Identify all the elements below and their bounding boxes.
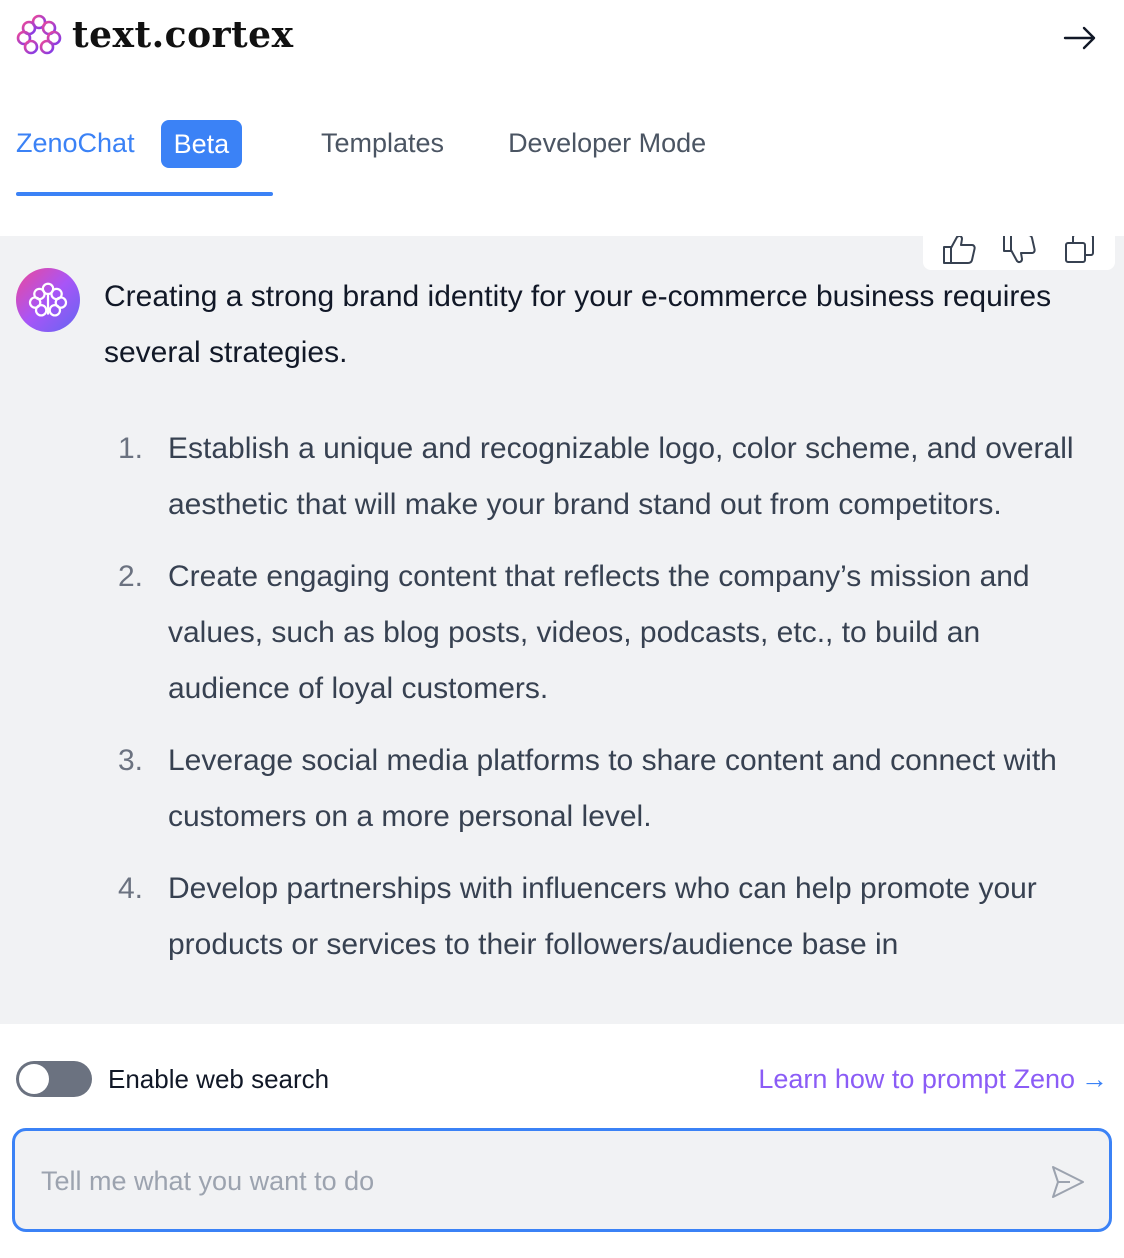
list-item-text: Leverage social media platforms to share…: [168, 744, 1057, 833]
assistant-avatar: [16, 268, 80, 332]
arrow-right-icon: [1063, 26, 1096, 50]
options-row: Enable web search Learn how to prompt Ze…: [16, 1058, 1108, 1100]
thumbs-down-button[interactable]: [999, 236, 1039, 268]
list-item-number: 2.: [118, 560, 144, 593]
learn-prompt-link[interactable]: Learn how to prompt Zeno →: [758, 1064, 1108, 1095]
tab-templates[interactable]: Templates: [321, 124, 444, 196]
message-actions: [923, 236, 1115, 270]
list-item: 4. Develop partnerships with influencers…: [104, 861, 1104, 973]
prompt-input[interactable]: [41, 1155, 1021, 1207]
logo: text.cortex: [16, 14, 294, 56]
web-search-label: Enable web search: [108, 1063, 330, 1094]
thumbs-down-icon: [1003, 236, 1036, 264]
brain-icon: [28, 282, 68, 317]
tab-zenochat-label: ZenoChat: [16, 128, 135, 158]
tab-bar: ZenoChat Beta Templates Developer Mode: [16, 120, 706, 196]
toggle-knob: [19, 1064, 49, 1094]
tab-developer-mode[interactable]: Developer Mode: [508, 124, 706, 196]
thumbs-up-icon: [943, 236, 976, 264]
app-header: text.cortex: [0, 0, 1124, 80]
arrow-right-icon: →: [1081, 1063, 1108, 1094]
thumbs-up-button[interactable]: [939, 236, 979, 268]
message-steps-list: 1. Establish a unique and recognizable l…: [104, 421, 1104, 973]
list-item: 1. Establish a unique and recognizable l…: [104, 421, 1104, 533]
list-item: 3. Leverage social media platforms to sh…: [104, 733, 1104, 845]
list-item: 2. Create engaging content that reflects…: [104, 549, 1104, 717]
message-intro: Creating a strong brand identity for you…: [104, 280, 1052, 369]
tab-zenochat[interactable]: ZenoChat Beta: [16, 120, 273, 196]
beta-badge: Beta: [160, 120, 243, 168]
tab-templates-label: Templates: [321, 128, 445, 158]
brain-logo-icon: [16, 14, 62, 55]
copy-button[interactable]: [1059, 236, 1099, 268]
learn-prompt-link-label: Learn how to prompt Zeno: [758, 1063, 1075, 1094]
send-button[interactable]: [1047, 1161, 1089, 1203]
logo-text: text.cortex: [72, 14, 294, 56]
tab-developer-mode-label: Developer Mode: [508, 128, 707, 158]
list-item-text: Create engaging content that reflects th…: [168, 560, 1030, 705]
list-item-text: Develop partnerships with influencers wh…: [168, 872, 1037, 961]
list-item-text: Establish a unique and recognizable logo…: [168, 432, 1074, 521]
prompt-box: [12, 1128, 1112, 1232]
list-item-number: 4.: [118, 872, 144, 905]
list-item-number: 3.: [118, 744, 144, 777]
copy-icon: [1065, 236, 1094, 263]
list-item-number: 1.: [118, 432, 144, 465]
send-icon: [1052, 1166, 1084, 1198]
chat-area[interactable]: Creating a strong brand identity for you…: [0, 236, 1124, 1024]
web-search-toggle[interactable]: [16, 1061, 92, 1097]
collapse-panel-button[interactable]: [1060, 18, 1100, 58]
assistant-message: Creating a strong brand identity for you…: [104, 269, 1104, 989]
